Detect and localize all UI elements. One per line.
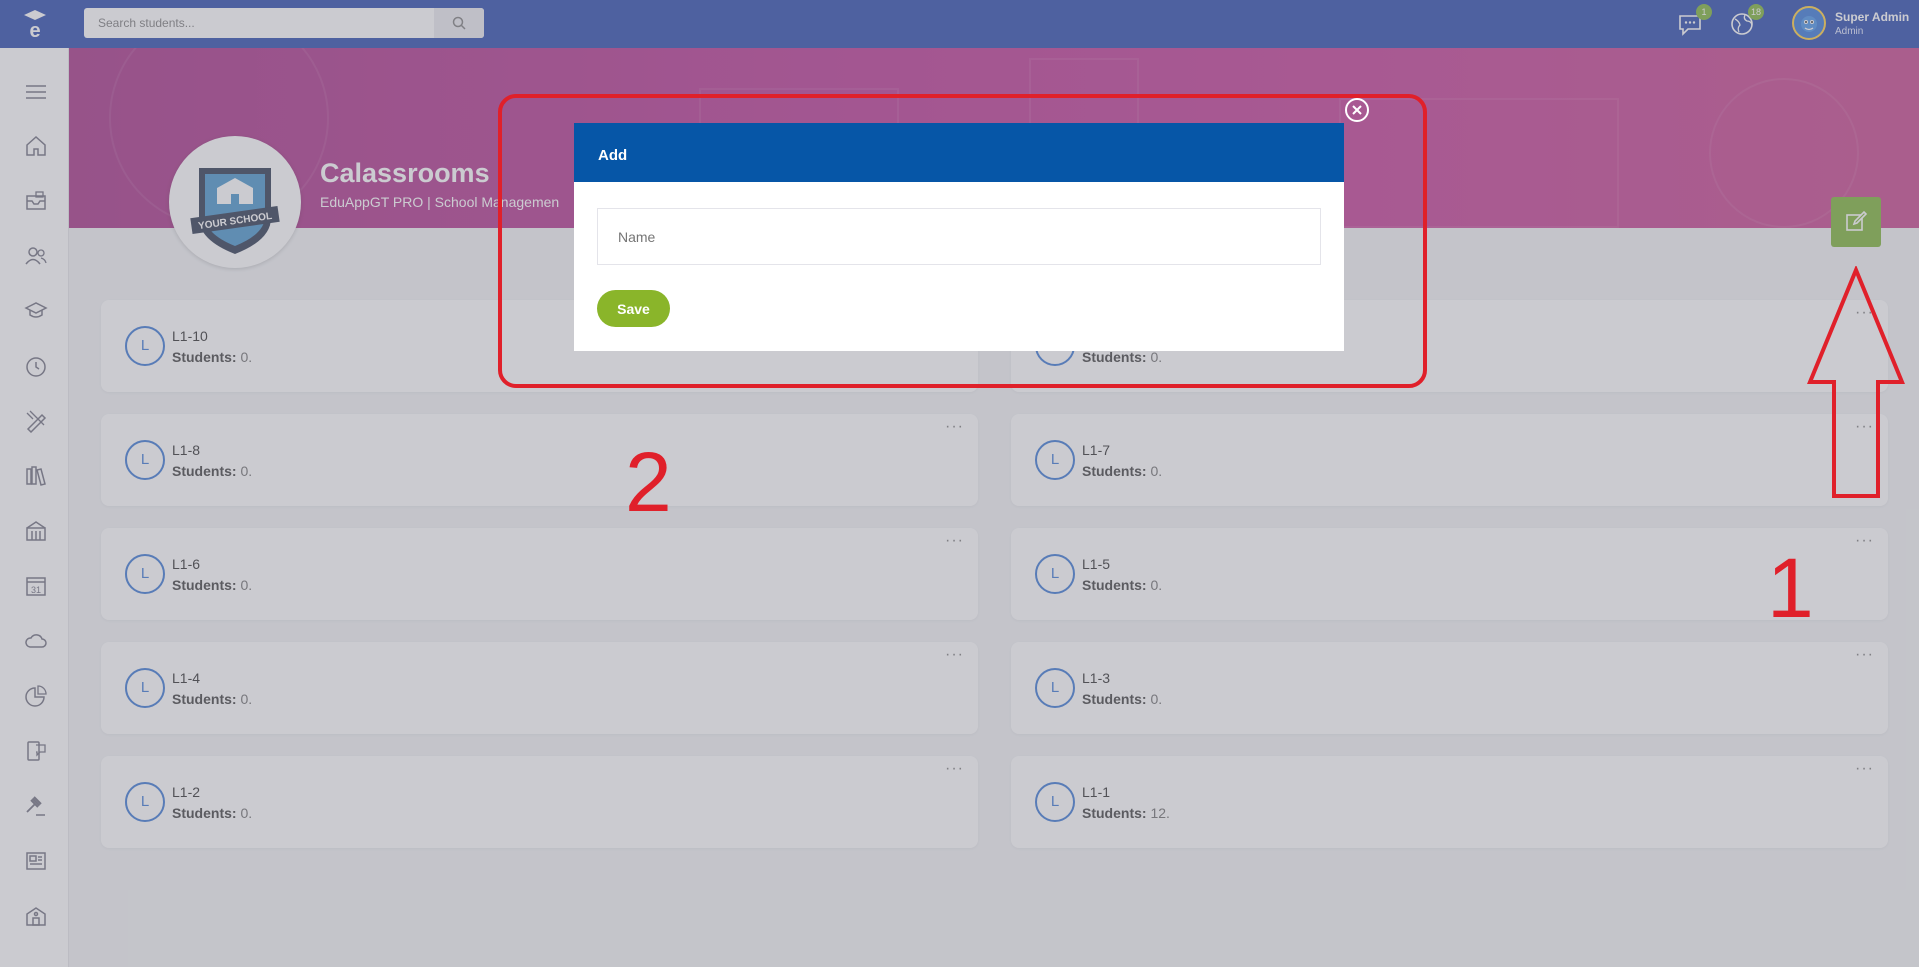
annotation-step-1: 1 bbox=[1767, 541, 1814, 635]
close-icon bbox=[1352, 105, 1362, 115]
save-button[interactable]: Save bbox=[597, 290, 670, 327]
annotation-step-2: 2 bbox=[625, 435, 672, 529]
add-classroom-modal: Add Save bbox=[574, 123, 1344, 351]
name-field[interactable] bbox=[597, 208, 1321, 265]
modal-title: Add bbox=[574, 123, 1344, 182]
annotation-arrow-icon bbox=[1807, 266, 1905, 498]
close-modal-button[interactable] bbox=[1345, 98, 1369, 122]
